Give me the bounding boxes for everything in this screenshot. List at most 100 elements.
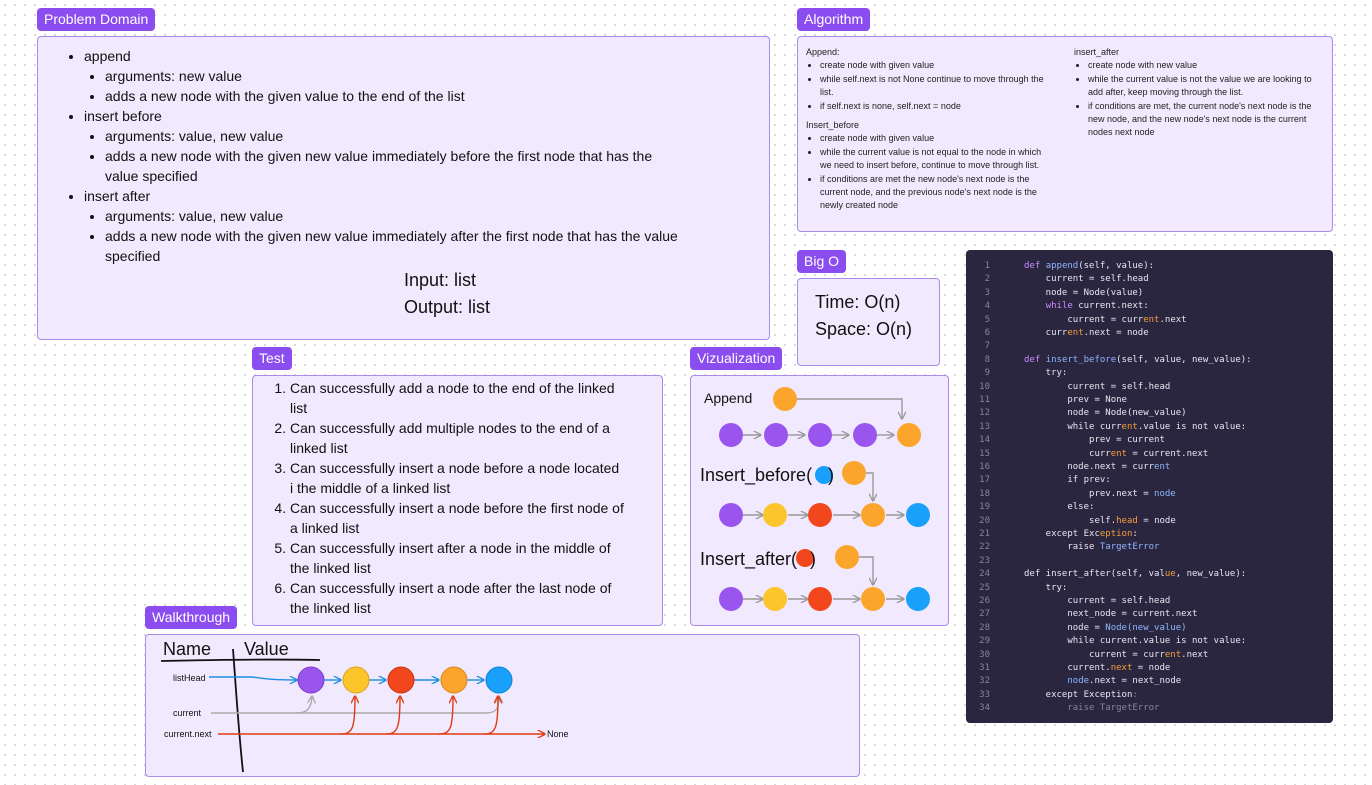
code-text: def append(self, value): — [1024, 261, 1155, 271]
code-text: node.next = next_node — [1067, 676, 1182, 687]
code-text: current.next = node — [1024, 328, 1149, 338]
output-label: Output: list — [404, 297, 491, 317]
code-text: prev = None — [1024, 395, 1127, 405]
input-label: Input: list — [404, 270, 477, 290]
line-number: 10 — [979, 381, 990, 392]
line-number: 26 — [979, 596, 990, 606]
pd-sub: arguments: value, new value — [105, 126, 769, 146]
viz-node-orange — [897, 423, 921, 447]
test-item: Can successfully add a node to the end o… — [290, 378, 625, 418]
viz-node-purple — [853, 423, 877, 447]
viz-arrow — [797, 398, 902, 418]
line-number: 4 — [984, 301, 990, 312]
line-number: 13 — [979, 421, 990, 432]
line-number: 17 — [979, 475, 990, 486]
code-text: current = self.head — [1024, 381, 1171, 392]
algo-step: if self.next is none, self.next = node — [820, 100, 1058, 113]
header-underline — [160, 658, 321, 662]
pd-item-insert-before: insert before arguments: value, new valu… — [84, 106, 769, 186]
code-text: def insert_before(self, value, new_value… — [1024, 354, 1252, 365]
viz-paren: ) — [810, 549, 816, 569]
algo-step: create node with given value — [820, 132, 1045, 145]
viz-node-orange — [842, 461, 866, 485]
viz-insert-before-label: Insert_before( — [700, 465, 812, 486]
algo-step: while the current value is not equal to … — [820, 146, 1045, 173]
code-text: current.next = node — [1024, 663, 1171, 673]
line-number: 23 — [979, 555, 990, 566]
test-item: Can successfully insert after a node in … — [290, 538, 625, 578]
code-text: except Exception: — [1024, 689, 1138, 700]
algo-step: while self.next is not None continue to … — [820, 73, 1058, 100]
line-number: 20 — [979, 515, 990, 526]
walkthrough-tag: Walkthrough — [145, 606, 238, 629]
pd-item-insert-after: insert after arguments: value, new value… — [84, 186, 769, 266]
code-text: raise TargetError — [1024, 703, 1160, 714]
line-number: 18 — [979, 488, 990, 499]
row-label-current-next: current.next — [164, 729, 212, 739]
big-o-tag: Big O — [797, 250, 847, 273]
pd-sub: arguments: new value — [105, 66, 769, 86]
code-text: node = Node(new_value) — [1024, 622, 1187, 633]
wt-node-orange — [440, 666, 468, 694]
line-number: 1 — [984, 261, 990, 271]
col-value-header: Value — [244, 639, 289, 659]
line-number: 14 — [979, 435, 990, 446]
algo-right-column: insert_after create node with new value … — [1074, 46, 1319, 146]
viz-node-orange — [773, 387, 797, 411]
code-text: node = Node(value) — [1024, 287, 1144, 298]
visualization-diagram: Append Insert_before( ) Insert_after() — [700, 387, 930, 611]
line-number: 8 — [984, 354, 990, 365]
viz-node-purple — [719, 423, 743, 447]
line-number: 19 — [979, 502, 990, 513]
visualization-tag: Vizualization — [690, 347, 783, 370]
viz-node-orange — [835, 545, 859, 569]
problem-domain-panel: append arguments: new value adds a new n… — [37, 36, 770, 340]
line-number: 6 — [984, 328, 990, 338]
code-text: current = current.next — [1024, 314, 1187, 325]
line-number: 9 — [984, 368, 990, 379]
line-number: 22 — [979, 542, 990, 553]
line-number: 25 — [979, 582, 990, 593]
line-number: 27 — [979, 609, 990, 620]
algo-append-title: Append: — [806, 47, 840, 57]
pd-sub: adds a new node with the given new value… — [105, 226, 695, 266]
viz-node-purple — [808, 423, 832, 447]
line-number: 11 — [979, 395, 990, 405]
current-pointer-path — [296, 697, 499, 714]
line-number: 7 — [984, 341, 990, 352]
code-block: 1 def append(self, value): 2 current = sel… — [966, 250, 1333, 723]
code-text: current = current.next — [1024, 448, 1209, 459]
current-next-branch — [340, 697, 355, 735]
code-text: try: — [1024, 582, 1068, 593]
test-panel: Can successfully add a node to the end o… — [252, 375, 663, 626]
line-number: 31 — [979, 663, 990, 673]
line-number: 15 — [979, 448, 990, 459]
test-item: Can successfully insert a node after the… — [290, 578, 625, 618]
viz-arrow — [866, 472, 873, 500]
code-text: current = self.head — [1024, 596, 1171, 606]
code-text: while current.value is not value: — [1024, 636, 1247, 647]
current-next-branch — [438, 697, 453, 735]
column-divider — [232, 648, 244, 773]
code-text: node = Node(new_value) — [1024, 408, 1187, 419]
col-name-header: Name — [163, 639, 211, 659]
code-text: while current.next: — [1045, 301, 1149, 312]
big-o-panel: Time: O(n) Space: O(n) — [797, 278, 940, 366]
viz-insert-before-row — [719, 503, 930, 527]
algorithm-panel: Append: create node with given value whi… — [797, 36, 1333, 232]
row-label-current: current — [173, 708, 202, 718]
test-item: Can successfully insert a node before a … — [290, 458, 625, 498]
problem-domain-tag: Problem Domain — [37, 8, 156, 31]
viz-paren: ) — [828, 465, 834, 485]
code-text: def insert_after(self, value, new_value)… — [1024, 569, 1247, 580]
code-text: current = self.head — [1024, 274, 1149, 285]
line-number: 29 — [979, 636, 990, 647]
algo-step: while the current value is not the value… — [1088, 73, 1319, 100]
pd-sub: arguments: value, new value — [105, 206, 769, 226]
code-text: except Exception: — [1024, 529, 1138, 539]
line-number: 5 — [984, 314, 990, 325]
line-number: 28 — [979, 622, 990, 633]
code-text: if prev: — [1024, 475, 1111, 486]
row-label-listhead: listHead — [173, 673, 206, 683]
algorithm-tag: Algorithm — [797, 8, 871, 31]
